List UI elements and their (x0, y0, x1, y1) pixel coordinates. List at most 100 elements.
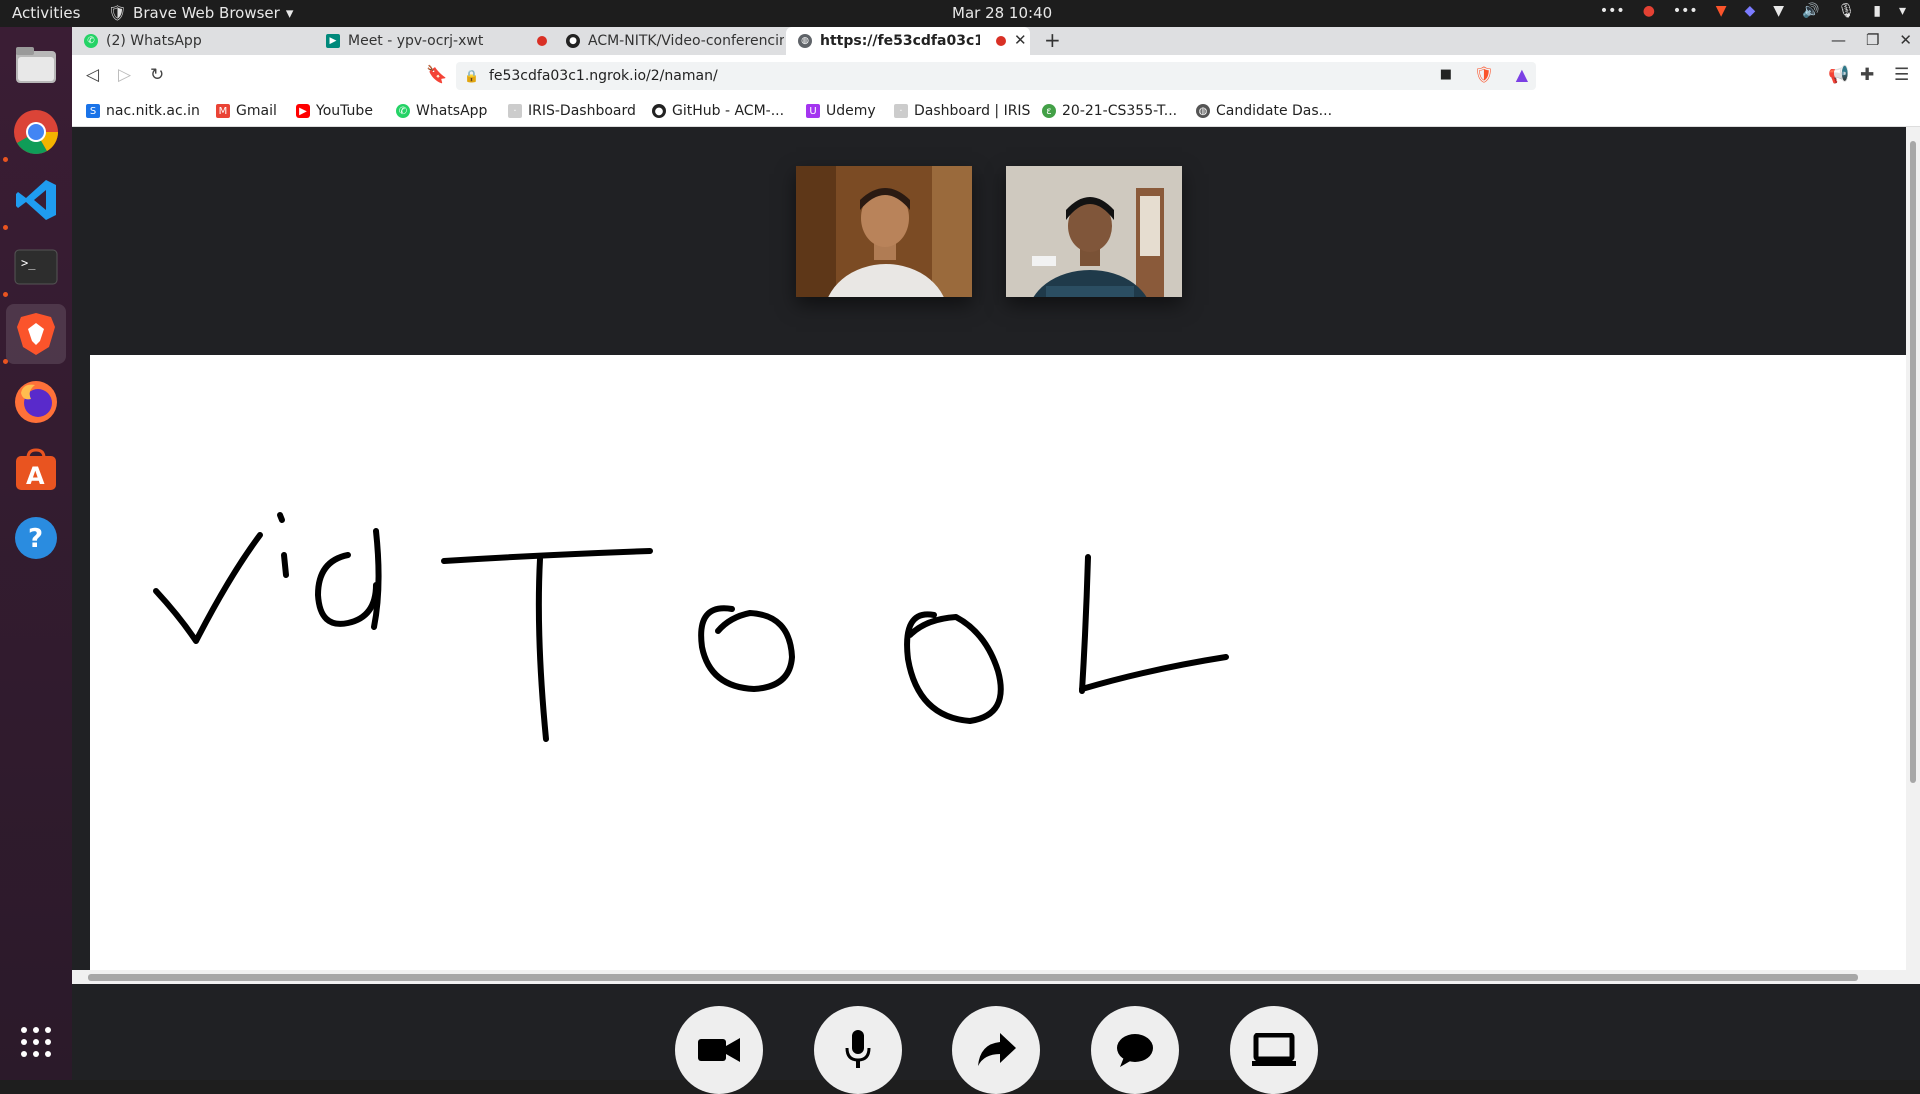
tab-meet[interactable]: ▶ Meet - ypv-ocrj-xwt (314, 27, 554, 55)
bookmark-label: Gmail (236, 103, 277, 119)
bookmark-github[interactable]: ● GitHub - ACM-... (652, 103, 784, 119)
github-icon: ● (652, 104, 666, 118)
bookmark-cs355[interactable]: ε 20-21-CS355-T... (1042, 103, 1177, 119)
chrome-indicator-icon[interactable]: ● (1643, 3, 1655, 19)
help-app[interactable]: ? (6, 508, 66, 568)
restore-icon[interactable]: ❐ (1866, 31, 1879, 49)
scrollbar-thumb[interactable] (88, 974, 1858, 981)
tab-ngrok-active[interactable]: ◍ https://fe53cdfa03c1.ngrok.io (786, 27, 1030, 55)
new-tab-button[interactable]: + (1044, 28, 1061, 52)
participant-video-1[interactable] (796, 166, 972, 297)
forward-icon[interactable]: ▷ (118, 65, 131, 85)
software-center-app[interactable]: A (6, 440, 66, 500)
wifi-icon[interactable]: ▼ (1773, 3, 1784, 19)
vertical-scrollbar[interactable] (1906, 127, 1920, 970)
camera-in-use-icon[interactable]: ■ (1440, 67, 1452, 82)
microphone-button[interactable] (814, 1006, 902, 1094)
microphone-indicator-icon[interactable]: 🎙 (1837, 3, 1855, 19)
horizontal-scrollbar[interactable] (72, 970, 1920, 984)
tab-github[interactable]: ● ACM-NITK/Video-conferencing (554, 27, 784, 55)
svg-text:?: ? (28, 524, 43, 554)
terminal-icon: >_ (14, 249, 58, 285)
bookmark-youtube[interactable]: ▶ YouTube (296, 103, 373, 119)
vscode-app[interactable] (6, 170, 66, 230)
bookmark-whatsapp[interactable]: ✆ WhatsApp (396, 103, 487, 119)
stroke-t-bar (441, 548, 653, 564)
tab-whatsapp[interactable]: ✆ (2) WhatsApp (72, 27, 312, 55)
volume-icon[interactable]: 🔊 (1802, 3, 1819, 19)
terminal-app[interactable]: >_ (6, 237, 66, 297)
bookmark-nac[interactable]: S nac.nitk.ac.in (86, 103, 200, 119)
files-app[interactable] (6, 35, 66, 95)
extensions-icon[interactable]: ✚ (1860, 65, 1874, 85)
close-tab-icon[interactable]: ✕ (1014, 31, 1027, 49)
bookmark-candidate-dashboard[interactable]: ◍ Candidate Das... (1196, 103, 1332, 119)
bookmark-label: 20-21-CS355-T... (1062, 103, 1178, 119)
chrome-icon (14, 110, 58, 154)
camera-button[interactable] (675, 1006, 763, 1094)
caret-down-icon[interactable]: ▾ (1899, 3, 1906, 19)
google-meet-icon: ▶ (326, 34, 340, 48)
stroke-l-stem (1079, 554, 1091, 694)
brave-app[interactable] (6, 304, 66, 364)
battery-icon[interactable]: ▮ (1873, 3, 1881, 19)
stroke-t-stem (535, 556, 549, 742)
brave-rewards-icon[interactable]: ▲ (1516, 65, 1528, 84)
participant-video-2[interactable] (1006, 166, 1182, 297)
bookmark-icon[interactable]: 🔖 (426, 65, 447, 85)
bookmark-label: Dashboard | IRIS (914, 103, 1031, 119)
participant-video-strip (72, 127, 1906, 355)
svg-text:>_: >_ (21, 256, 36, 270)
more-icon[interactable]: ••• (1600, 3, 1625, 19)
brave-indicator-icon[interactable]: ▼ (1716, 3, 1727, 19)
screen-share-button[interactable] (1230, 1006, 1318, 1094)
app-menu[interactable]: 🛡 Brave Web Browser ▾ (108, 4, 293, 22)
tab-label: ACM-NITK/Video-conferencing (588, 33, 784, 49)
firefox-app[interactable] (6, 372, 66, 432)
activities-button[interactable]: Activities (12, 4, 80, 22)
close-window-icon[interactable]: ✕ (1899, 31, 1912, 49)
bookmark-label: GitHub - ACM-... (672, 103, 785, 119)
system-tray[interactable]: ••• ● ••• ▼ ◆ ▼ 🔊 🎙 ▮ ▾ (1600, 3, 1906, 19)
chrome-app[interactable] (6, 102, 66, 162)
globe-icon: ◍ (1196, 104, 1210, 118)
svg-text:A: A (26, 462, 45, 490)
reload-icon[interactable]: ↻ (150, 65, 164, 85)
participant-2-image (1006, 166, 1182, 297)
chat-button[interactable] (1091, 1006, 1179, 1094)
tab-label: (2) WhatsApp (106, 33, 202, 49)
stroke-i-dot (277, 512, 285, 523)
udemy-icon: U (806, 104, 820, 118)
minimize-icon[interactable]: — (1831, 31, 1846, 49)
share-button[interactable] (952, 1006, 1040, 1094)
brave-shields-icon[interactable]: 🛡 (1474, 65, 1494, 84)
scrollbar-thumb[interactable] (1910, 141, 1916, 783)
running-indicator (3, 225, 8, 230)
clock[interactable]: Mar 28 10:40 (952, 4, 1052, 22)
back-icon[interactable]: ◁ (86, 65, 99, 85)
window-controls: — ❐ ✕ (1831, 31, 1912, 49)
address-bar[interactable]: 🔒 fe53cdfa03c1.ngrok.io/2/naman/ ■ 🛡 ▲ (456, 62, 1536, 90)
bookmark-label: YouTube (316, 103, 373, 119)
more-icon[interactable]: ••• (1673, 3, 1698, 19)
bookmark-iris-dashboard[interactable]: · IRIS-Dashboard (508, 103, 636, 119)
video-camera-icon (698, 1038, 740, 1062)
running-indicator (3, 157, 8, 162)
extension-indicator-icon[interactable]: ◆ (1744, 3, 1755, 19)
stroke-o1 (698, 605, 795, 692)
microphone-icon (845, 1030, 871, 1068)
bookmark-dashboard-iris[interactable]: · Dashboard | IRIS (894, 103, 1030, 119)
show-applications[interactable] (6, 1012, 66, 1072)
github-icon: ● (566, 34, 580, 48)
media-icon[interactable]: 📢 (1828, 65, 1849, 85)
share-arrow-icon (978, 1033, 1016, 1066)
caret-down-icon: ▾ (285, 4, 294, 22)
menu-icon[interactable]: ☰ (1894, 65, 1909, 85)
recording-indicator-icon (537, 36, 547, 46)
bookmark-gmail[interactable]: M Gmail (216, 103, 277, 119)
chat-bubble-icon (1117, 1034, 1153, 1067)
page-content (72, 127, 1920, 1094)
bookmark-udemy[interactable]: U Udemy (806, 103, 876, 119)
whiteboard-canvas[interactable] (90, 355, 1906, 970)
url-text[interactable]: fe53cdfa03c1.ngrok.io/2/naman/ (489, 68, 718, 84)
